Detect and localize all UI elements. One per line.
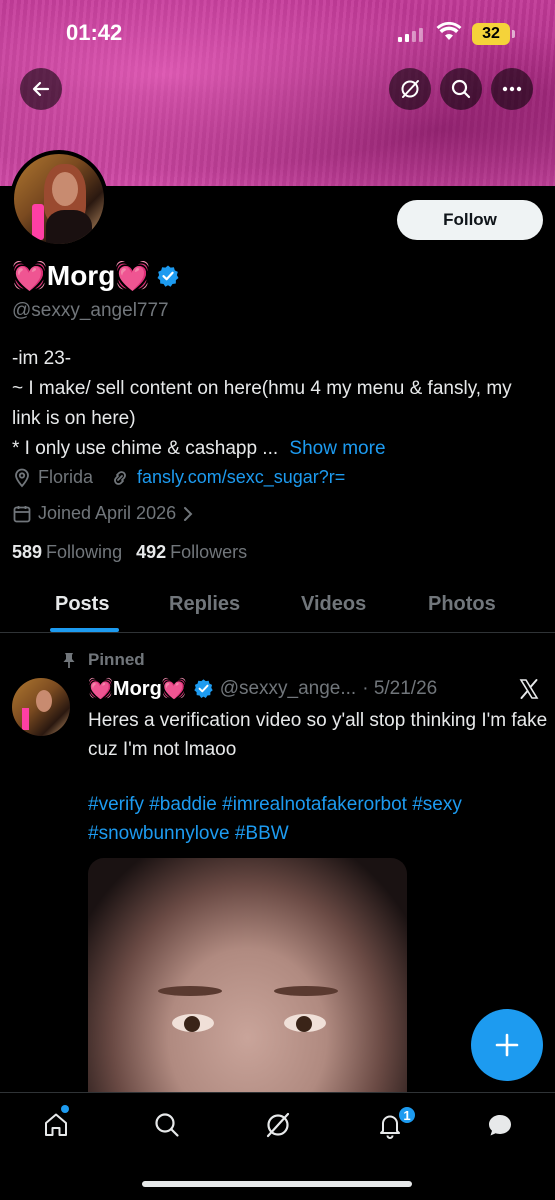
post-author-avatar[interactable] bbox=[12, 678, 70, 736]
following-link[interactable]: 589 Following bbox=[12, 542, 122, 563]
profile-meta: Florida fansly.com/sexc_sugar?r= bbox=[12, 467, 345, 488]
back-arrow-icon bbox=[32, 81, 50, 97]
post-hashtags[interactable]: #verify #baddie #imrealnotafakerorbot #s… bbox=[88, 790, 548, 848]
followers-link[interactable]: 492 Followers bbox=[136, 542, 247, 563]
profile-name-row: 💓Morg💓 bbox=[12, 259, 180, 292]
bio-line: ~ I make/ sell content on here(hmu 4 my … bbox=[12, 378, 512, 429]
nav-grok[interactable] bbox=[262, 1109, 294, 1141]
bio-line-text: * I only use chime & cashapp ... bbox=[12, 438, 279, 459]
verified-badge-icon bbox=[194, 679, 213, 698]
cellular-signal-icon bbox=[398, 26, 423, 42]
post-author-name[interactable]: 💓Morg💓 bbox=[88, 676, 187, 701]
profile-location: Florida bbox=[38, 467, 94, 487]
followers-label: Followers bbox=[170, 542, 248, 562]
plus-icon bbox=[495, 1033, 519, 1057]
profile-joined-date: Joined April 2026 bbox=[38, 503, 177, 523]
link-icon bbox=[114, 470, 126, 485]
grok-icon bbox=[266, 1112, 290, 1138]
follow-stats: 589 Following 492 Followers bbox=[12, 542, 247, 563]
pinned-label: Pinned bbox=[88, 650, 145, 669]
search-icon bbox=[155, 1113, 179, 1137]
verified-badge-icon[interactable] bbox=[156, 264, 180, 288]
pin-icon bbox=[63, 653, 75, 668]
home-indicator bbox=[142, 1181, 412, 1187]
more-options-button[interactable] bbox=[491, 68, 533, 110]
search-button[interactable] bbox=[440, 68, 482, 110]
battery-level: 32 bbox=[472, 23, 510, 45]
battery-indicator: 32 bbox=[472, 23, 516, 45]
tab-posts[interactable]: Posts bbox=[55, 593, 109, 616]
profile-joined-row[interactable]: Joined April 2026 bbox=[12, 503, 194, 524]
show-more-link[interactable]: Show more bbox=[289, 438, 385, 459]
profile-bio: -im 23- ~ I make/ sell content on here(h… bbox=[12, 344, 542, 464]
status-time: 01:42 bbox=[66, 20, 123, 45]
following-label: Following bbox=[46, 542, 123, 562]
x-logo-icon bbox=[519, 678, 539, 699]
post-video-thumbnail[interactable] bbox=[88, 858, 407, 1098]
post-header: 💓Morg💓 @sexxy_ange... · 5/21/26 bbox=[88, 676, 548, 701]
active-tab-indicator bbox=[50, 628, 119, 632]
tab-videos[interactable]: Videos bbox=[301, 593, 366, 616]
post-date: · 5/21/26 bbox=[362, 677, 438, 699]
following-count: 589 bbox=[12, 542, 43, 562]
profile-handle: @sexxy_angel777 bbox=[12, 300, 169, 321]
status-bar: 01:42 32 bbox=[0, 18, 555, 50]
tab-replies[interactable]: Replies bbox=[169, 593, 240, 616]
notification-badge: 1 bbox=[397, 1105, 417, 1125]
search-icon bbox=[451, 79, 471, 99]
calendar-icon bbox=[13, 505, 31, 522]
wifi-icon bbox=[436, 22, 462, 40]
followers-count: 492 bbox=[136, 542, 167, 562]
display-name: 💓Morg💓 bbox=[12, 260, 151, 291]
profile-website-link[interactable]: fansly.com/sexc_sugar?r= bbox=[137, 467, 345, 488]
tab-photos[interactable]: Photos bbox=[428, 593, 496, 616]
post-text: Heres a verification video so y'all stop… bbox=[88, 710, 548, 760]
more-icon bbox=[502, 86, 522, 92]
back-button[interactable] bbox=[20, 68, 62, 110]
grok-icon bbox=[401, 80, 419, 98]
profile-avatar[interactable] bbox=[10, 150, 108, 248]
profile-tabs: Posts Replies Videos Photos bbox=[0, 583, 555, 633]
nav-messages[interactable] bbox=[484, 1109, 516, 1141]
chevron-right-icon bbox=[184, 506, 193, 521]
bio-line: -im 23- bbox=[12, 348, 72, 369]
grok-button[interactable] bbox=[389, 68, 431, 110]
nav-search[interactable] bbox=[151, 1109, 183, 1141]
follow-button[interactable]: Follow bbox=[397, 200, 543, 240]
home-icon bbox=[45, 1113, 67, 1136]
chat-icon bbox=[489, 1115, 511, 1136]
bio-line: * I only use chime & cashapp ... Show mo… bbox=[12, 434, 542, 464]
pinned-label-row: Pinned bbox=[60, 650, 145, 670]
location-icon bbox=[15, 468, 29, 487]
compose-post-button[interactable] bbox=[471, 1009, 543, 1081]
post-author-handle: @sexxy_ange... bbox=[219, 677, 357, 699]
home-unread-dot bbox=[61, 1105, 69, 1113]
nav-home[interactable] bbox=[40, 1109, 72, 1141]
